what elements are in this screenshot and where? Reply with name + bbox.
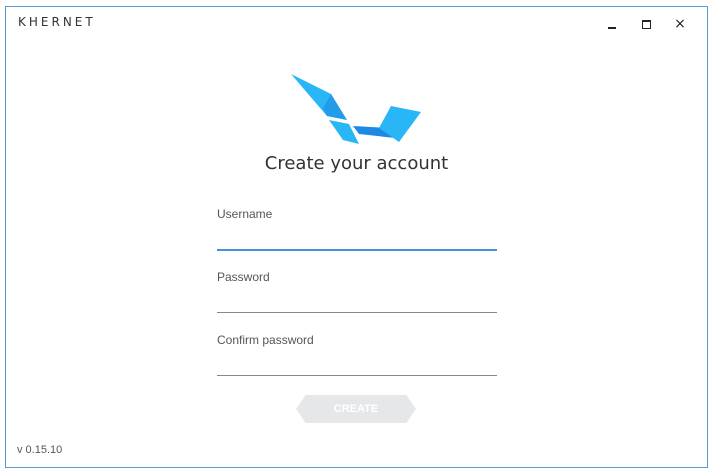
maximize-icon <box>641 19 651 29</box>
confirm-password-input[interactable] <box>217 353 497 376</box>
username-field: Username <box>217 207 497 251</box>
username-input[interactable] <box>217 227 497 251</box>
minimize-icon <box>608 27 616 29</box>
create-button[interactable]: CREATE <box>296 395 416 423</box>
maximize-button[interactable] <box>629 14 663 34</box>
version-label: v 0.15.10 <box>17 444 63 456</box>
close-icon: × <box>674 16 686 32</box>
app-brand: KHERNET <box>18 15 96 29</box>
app-window: KHERNET × Create your account Username P… <box>5 6 708 468</box>
password-label: Password <box>217 270 270 284</box>
username-label: Username <box>217 207 273 221</box>
password-field: Password <box>217 270 497 313</box>
page-title: Create your account <box>264 153 449 174</box>
window-controls: × <box>595 14 697 34</box>
confirm-password-label: Confirm password <box>217 333 314 347</box>
password-input[interactable] <box>217 290 497 313</box>
confirm-password-field: Confirm password <box>217 333 497 376</box>
khernet-logo-icon <box>291 74 421 144</box>
close-button[interactable]: × <box>663 14 697 34</box>
minimize-button[interactable] <box>595 14 629 34</box>
